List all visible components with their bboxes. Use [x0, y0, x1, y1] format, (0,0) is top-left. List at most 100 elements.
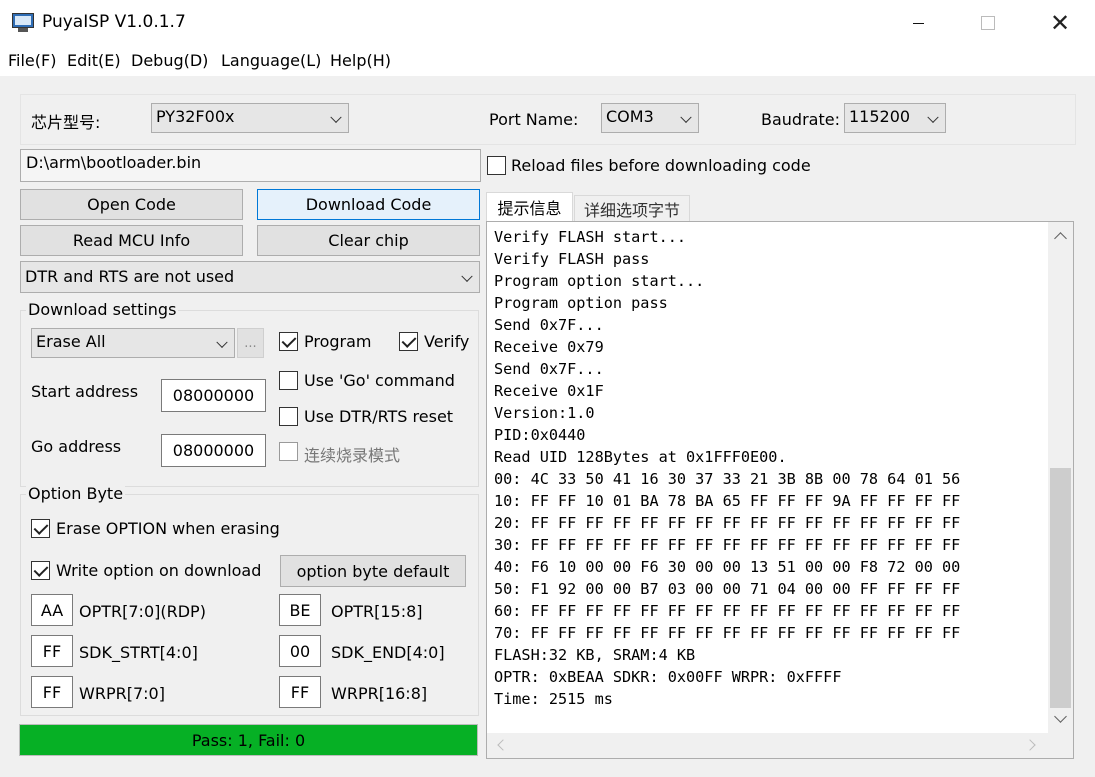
dtr-rts-select[interactable]: DTR and RTS are not used: [20, 261, 480, 293]
log-line: Send 0x7F...: [494, 360, 604, 378]
menu-debug[interactable]: Debug(D): [131, 51, 208, 70]
log-line: 60: FF FF FF FF FF FF FF FF FF FF FF FF …: [494, 602, 961, 620]
erase-mode-value: Erase All: [36, 332, 106, 351]
status-bar: Pass: 1, Fail: 0: [19, 724, 478, 756]
dtr-rts-value: DTR and RTS are not used: [25, 267, 235, 286]
baudrate-label: Baudrate:: [761, 110, 840, 129]
baudrate-value: 115200: [849, 107, 911, 126]
use-dtr-reset-checkbox[interactable]: [279, 407, 298, 426]
title-bar: PuyaISP V1.0.1.7 ✕: [0, 0, 1095, 46]
log-line: Program option start...: [494, 272, 705, 290]
scrollbar-thumb[interactable]: [1050, 468, 1071, 708]
log-line: 00: 4C 33 50 41 16 30 37 33 21 3B 8B 00 …: [494, 470, 961, 488]
log-line: FLASH:32 KB, SRAM:4 KB: [494, 646, 696, 664]
scroll-up-icon[interactable]: [1054, 232, 1067, 245]
log-line: Verify FLASH start...: [494, 228, 687, 246]
optr-low-input[interactable]: AA: [31, 594, 73, 626]
scroll-corner: [1048, 733, 1073, 758]
log-line: 70: FF FF FF FF FF FF FF FF FF FF FF FF …: [494, 624, 961, 642]
port-name-select[interactable]: COM3: [601, 103, 699, 133]
sdk-end-input[interactable]: 00: [279, 635, 321, 667]
log-line: Program option pass: [494, 294, 668, 312]
sdk-strt-input[interactable]: FF: [31, 635, 73, 667]
continuous-mode-label: 连续烧录模式: [304, 446, 401, 465]
log-line: Send 0x7F...: [494, 316, 604, 334]
chevron-down-icon: [927, 110, 939, 124]
open-code-button[interactable]: Open Code: [20, 189, 243, 220]
wrpr-low-label: WRPR[7:0]: [79, 684, 165, 703]
chevron-down-icon: [216, 335, 228, 349]
log-line: OPTR: 0xBEAA SDKR: 0x00FF WRPR: 0xFFFF: [494, 668, 842, 686]
verify-label: Verify: [424, 332, 470, 351]
isp-monitor-icon: [12, 10, 34, 32]
menu-file[interactable]: File(F): [8, 51, 56, 70]
optr-high-input[interactable]: BE: [279, 594, 321, 626]
reload-files-checkbox[interactable]: [487, 156, 506, 175]
download-settings-title: Download settings: [26, 300, 179, 319]
go-address-input[interactable]: 08000000: [161, 434, 266, 467]
optr-high-label: OPTR[15:8]: [331, 602, 423, 621]
erase-mode-select[interactable]: Erase All: [31, 328, 235, 358]
start-address-label: Start address: [31, 382, 139, 401]
chip-model-value: PY32F00x: [156, 107, 235, 126]
chip-model-select[interactable]: PY32F00x: [151, 103, 349, 133]
menu-language[interactable]: Language(L): [221, 51, 321, 70]
download-code-button[interactable]: Download Code: [257, 189, 480, 220]
chevron-down-icon: [330, 110, 342, 124]
read-mcu-info-button[interactable]: Read MCU Info: [20, 225, 243, 256]
baudrate-select[interactable]: 115200: [844, 103, 946, 133]
erase-option-label: Erase OPTION when erasing: [56, 519, 280, 538]
start-address-input[interactable]: 08000000: [161, 379, 266, 412]
wrpr-high-input[interactable]: FF: [279, 676, 321, 708]
log-line: Version:1.0: [494, 404, 595, 422]
menu-edit[interactable]: Edit(E): [67, 51, 121, 70]
log-line: PID:0x0440: [494, 426, 586, 444]
menu-bar: File(F) Edit(E) Debug(D) Language(L) Hel…: [0, 46, 1095, 76]
log-line: Receive 0x79: [494, 338, 604, 356]
program-label: Program: [304, 332, 372, 351]
wrpr-high-label: WRPR[16:8]: [331, 684, 428, 703]
horizontal-scrollbar[interactable]: [487, 733, 1073, 758]
minimize-button[interactable]: [883, 0, 953, 46]
write-option-checkbox[interactable]: [31, 561, 50, 580]
clear-chip-button[interactable]: Clear chip: [257, 225, 480, 256]
write-option-label: Write option on download: [56, 561, 262, 580]
port-name-value: COM3: [606, 107, 654, 126]
sdk-strt-label: SDK_STRT[4:0]: [79, 643, 198, 662]
wrpr-low-input[interactable]: FF: [31, 676, 73, 708]
scroll-right-icon[interactable]: [1024, 739, 1036, 751]
log-output[interactable]: Verify FLASH start... Verify FLASH pass Pr…: [486, 221, 1074, 759]
chevron-down-icon: [680, 110, 692, 124]
erase-option-checkbox[interactable]: [31, 519, 50, 538]
continuous-mode-checkbox[interactable]: [279, 442, 298, 461]
minimize-icon: [912, 22, 924, 24]
vertical-scrollbar[interactable]: [1048, 222, 1073, 734]
scroll-down-icon[interactable]: [1054, 710, 1067, 723]
tab-details[interactable]: 详细选项字节: [574, 195, 690, 221]
optr-low-label: OPTR[7:0](RDP): [79, 602, 206, 621]
log-line: Verify FLASH pass: [494, 250, 650, 268]
menu-help[interactable]: Help(H): [330, 51, 391, 70]
maximize-button[interactable]: [953, 0, 1023, 46]
log-line: Time: 2515 ms: [494, 690, 613, 708]
program-checkbox[interactable]: [279, 332, 298, 351]
verify-checkbox[interactable]: [399, 332, 418, 351]
window-title: PuyaISP V1.0.1.7: [42, 12, 186, 32]
port-name-label: Port Name:: [489, 110, 579, 129]
log-line: Read UID 128Bytes at 0x1FFF0E00.: [494, 448, 787, 466]
use-dtr-reset-label: Use DTR/RTS reset: [304, 407, 454, 426]
file-path-field[interactable]: D:\arm\bootloader.bin: [20, 149, 481, 182]
option-byte-default-button[interactable]: option byte default: [280, 555, 466, 587]
log-line: 10: FF FF 10 01 BA 78 BA 65 FF FF FF 9A …: [494, 492, 961, 510]
reload-files-label: Reload files before downloading code: [511, 156, 811, 175]
tab-info[interactable]: 提示信息: [486, 192, 573, 221]
go-address-label: Go address: [31, 437, 122, 456]
chevron-down-icon: [461, 269, 473, 283]
scroll-left-icon[interactable]: [497, 739, 509, 751]
use-go-checkbox[interactable]: [279, 371, 298, 390]
close-button[interactable]: ✕: [1025, 0, 1095, 46]
log-line: Receive 0x1F: [494, 382, 604, 400]
log-line: 30: FF FF FF FF FF FF FF FF FF FF FF FF …: [494, 536, 961, 554]
erase-sectors-button[interactable]: ...: [237, 328, 264, 358]
log-line: 40: F6 10 00 00 F6 30 00 00 13 51 00 00 …: [494, 558, 961, 576]
